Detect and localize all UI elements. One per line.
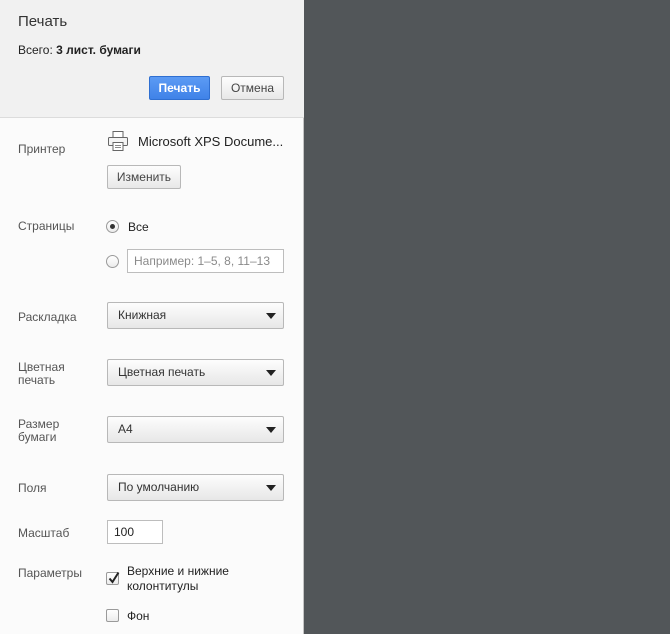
scale-label: Масштаб <box>18 526 70 540</box>
headers-footers-line1: Верхние и нижние <box>127 564 229 578</box>
layout-value: Книжная <box>118 308 167 322</box>
printer-icon <box>107 130 129 152</box>
chevron-down-icon <box>266 427 276 433</box>
layout-label: Раскладка <box>18 310 77 324</box>
pages-custom-radio[interactable] <box>106 255 119 268</box>
color-select[interactable]: Цветная печать <box>107 359 284 386</box>
printer-label: Принтер <box>18 142 66 156</box>
scale-input[interactable]: 100 <box>107 520 163 544</box>
layout-select[interactable]: Книжная <box>107 302 284 329</box>
options-label: Параметры <box>18 566 82 580</box>
summary-prefix: Всего: <box>18 43 57 57</box>
color-value: Цветная печать <box>118 365 206 379</box>
chevron-down-icon <box>266 313 276 319</box>
pages-custom-input[interactable]: Например: 1–5, 8, 11–13 <box>127 249 284 273</box>
dialog-title: Печать <box>18 13 68 30</box>
margins-select[interactable]: По умолчанию <box>107 474 284 501</box>
background-checkbox[interactable] <box>106 609 119 622</box>
paper-size-label: Размер бумаги <box>18 418 59 444</box>
sheet-summary: Всего: 3 лист. бумаги <box>18 43 141 57</box>
paper-size-select[interactable]: A4 <box>107 416 284 443</box>
paper-size-value: A4 <box>118 422 133 436</box>
radio-selected-dot <box>110 224 115 229</box>
print-button[interactable]: Печать <box>149 76 210 100</box>
printer-name: Microsoft XPS Docume... <box>138 134 284 149</box>
checkmark-icon <box>108 571 120 584</box>
pages-all-radio[interactable] <box>106 220 119 233</box>
summary-value: 3 лист. бумаги <box>56 43 141 57</box>
margins-value: По умолчанию <box>118 480 200 494</box>
headers-footers-label: Верхние и нижние колонтитулы <box>127 564 229 594</box>
color-label: Цветная печать <box>18 361 65 387</box>
print-preview-area <box>305 0 670 634</box>
paper-label-line2: бумаги <box>18 430 57 444</box>
cancel-button[interactable]: Отмена <box>221 76 284 100</box>
chevron-down-icon <box>266 370 276 376</box>
color-label-line2: печать <box>18 373 56 387</box>
background-label: Фон <box>127 609 150 623</box>
print-sidebar: Печать Всего: 3 лист. бумаги Печать Отме… <box>0 0 304 634</box>
sidebar-header: Печать Всего: 3 лист. бумаги Печать Отме… <box>0 0 304 118</box>
margins-label: Поля <box>18 481 47 495</box>
pages-label: Страницы <box>18 219 75 233</box>
headers-footers-checkbox[interactable] <box>106 571 120 585</box>
chevron-down-icon <box>266 485 276 491</box>
headers-footers-line2: колонтитулы <box>127 579 199 593</box>
change-printer-button[interactable]: Изменить <box>107 165 181 189</box>
pages-all-label: Все <box>128 220 149 234</box>
